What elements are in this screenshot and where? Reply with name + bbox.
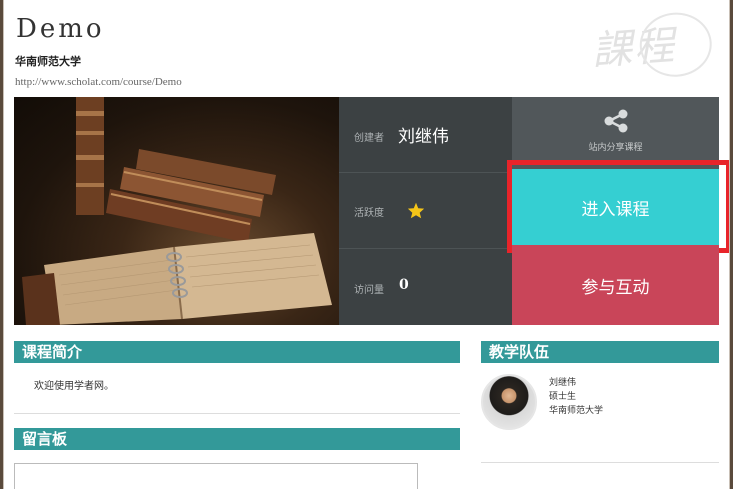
enter-course-button[interactable]: 进入课程 bbox=[512, 169, 719, 245]
member-school: 华南师范大学 bbox=[549, 406, 604, 416]
join-interaction-button[interactable]: 参与互动 bbox=[512, 245, 719, 325]
intro-heading: 课程简介 bbox=[22, 343, 83, 361]
intro-divider bbox=[14, 413, 460, 414]
course-url[interactable]: http://www.scholat.com/course/Demo bbox=[15, 76, 182, 88]
course-title: Demo bbox=[16, 14, 105, 44]
intro-text: 欢迎使用学者网。 bbox=[34, 381, 114, 392]
course-school: 华南师范大学 bbox=[15, 55, 81, 68]
course-cover-image bbox=[14, 97, 339, 325]
message-input[interactable] bbox=[14, 463, 418, 489]
team-divider bbox=[481, 462, 719, 463]
share-course-label: 站内分享课程 bbox=[588, 143, 643, 153]
join-interaction-label: 参与互动 bbox=[581, 277, 650, 298]
stat-creator: 创建者 刘继伟 bbox=[339, 97, 512, 173]
course-banner: 创建者 刘继伟 活跃度 访问量 0 站内分享课程 进入课程 参与互动 bbox=[14, 97, 729, 325]
course-stats-panel: 创建者 刘继伟 活跃度 访问量 0 bbox=[339, 97, 512, 325]
course-watermark-logo: 課程 bbox=[590, 10, 725, 89]
share-course-button[interactable]: 站内分享课程 bbox=[512, 97, 719, 169]
stat-visits: 访问量 0 bbox=[339, 249, 512, 325]
enter-course-label: 进入课程 bbox=[581, 199, 650, 220]
creator-name[interactable]: 刘继伟 bbox=[398, 122, 449, 147]
member-avatar[interactable] bbox=[481, 374, 537, 430]
intro-section-header: 课程简介 bbox=[14, 341, 460, 363]
creator-label: 创建者 bbox=[354, 133, 384, 144]
activity-star-icon bbox=[407, 202, 425, 219]
visits-value: 0 bbox=[399, 277, 409, 293]
member-name[interactable]: 刘继伟 bbox=[549, 375, 576, 388]
visits-label: 访问量 bbox=[354, 285, 384, 296]
team-heading: 教学队伍 bbox=[489, 343, 550, 361]
course-page: Demo 华南师范大学 http://www.scholat.com/cours… bbox=[3, 0, 730, 489]
message-board-header: 留言板 bbox=[14, 428, 460, 450]
share-icon bbox=[604, 109, 628, 133]
message-board-heading: 留言板 bbox=[22, 430, 68, 448]
activity-label: 活跃度 bbox=[354, 208, 384, 219]
team-section-header: 教学队伍 bbox=[481, 341, 719, 363]
stat-activity: 活跃度 bbox=[339, 173, 512, 249]
member-degree: 硕士生 bbox=[549, 392, 577, 402]
